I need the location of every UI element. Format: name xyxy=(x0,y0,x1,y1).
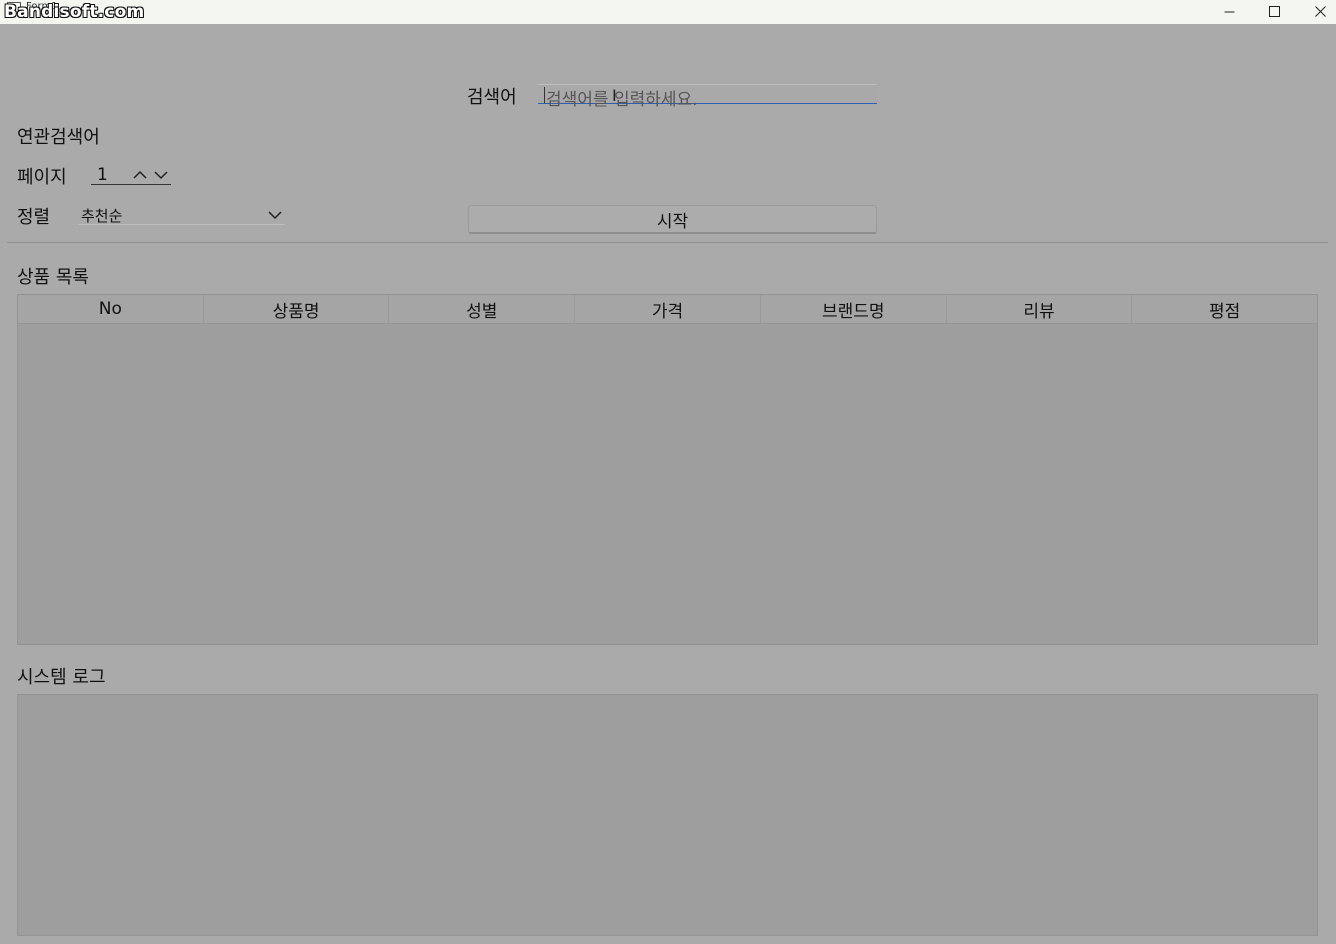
sort-selected-value: 추천순 xyxy=(81,207,123,225)
ibeam-cursor-icon: I xyxy=(612,86,617,105)
maximize-button[interactable] xyxy=(1251,0,1297,22)
start-button[interactable]: 시작 xyxy=(468,205,877,234)
system-log-textarea[interactable] xyxy=(17,694,1318,936)
column-header-price[interactable]: 가격 xyxy=(575,295,761,323)
column-header-reviews[interactable]: 리뷰 xyxy=(947,295,1133,323)
page-label: 페이지 xyxy=(17,167,67,188)
column-header-product-name[interactable]: 상품명 xyxy=(204,295,390,323)
column-header-no[interactable]: No xyxy=(18,295,204,323)
system-log-title: 시스템 로그 xyxy=(17,667,106,688)
column-header-rating[interactable]: 평점 xyxy=(1132,295,1317,323)
related-keywords-label: 연관검색어 xyxy=(17,127,100,148)
search-placeholder: 검색어를 입력하세요. xyxy=(546,90,698,110)
sort-select[interactable]: 추천순 xyxy=(78,205,285,225)
column-header-gender[interactable]: 성별 xyxy=(389,295,576,323)
chevron-up-icon[interactable] xyxy=(132,168,148,182)
page-value: 1 xyxy=(97,165,108,185)
search-label: 검색어 xyxy=(467,87,517,108)
product-table[interactable]: No 상품명 성별 가격 브랜드명 리뷰 평점 xyxy=(17,294,1318,645)
sort-label: 정렬 xyxy=(17,207,51,228)
divider xyxy=(7,242,1328,243)
title-bar: Form1 Bandisoft.com xyxy=(0,0,1336,24)
text-caret xyxy=(544,87,545,103)
minimize-button[interactable] xyxy=(1206,0,1252,22)
close-button[interactable] xyxy=(1297,0,1336,22)
column-header-brand[interactable]: 브랜드명 xyxy=(761,295,947,323)
chevron-down-icon[interactable] xyxy=(153,168,169,182)
product-list-title: 상품 목록 xyxy=(17,267,89,288)
watermark: Bandisoft.com xyxy=(4,2,145,22)
search-input[interactable]: 검색어를 입력하세요. I xyxy=(538,84,877,110)
close-icon xyxy=(1314,5,1326,17)
minimize-icon xyxy=(1224,11,1234,12)
page-stepper[interactable]: 1 xyxy=(91,165,171,185)
maximize-icon xyxy=(1268,5,1280,17)
table-header: No 상품명 성별 가격 브랜드명 리뷰 평점 xyxy=(18,295,1317,324)
chevron-down-icon xyxy=(268,211,282,220)
